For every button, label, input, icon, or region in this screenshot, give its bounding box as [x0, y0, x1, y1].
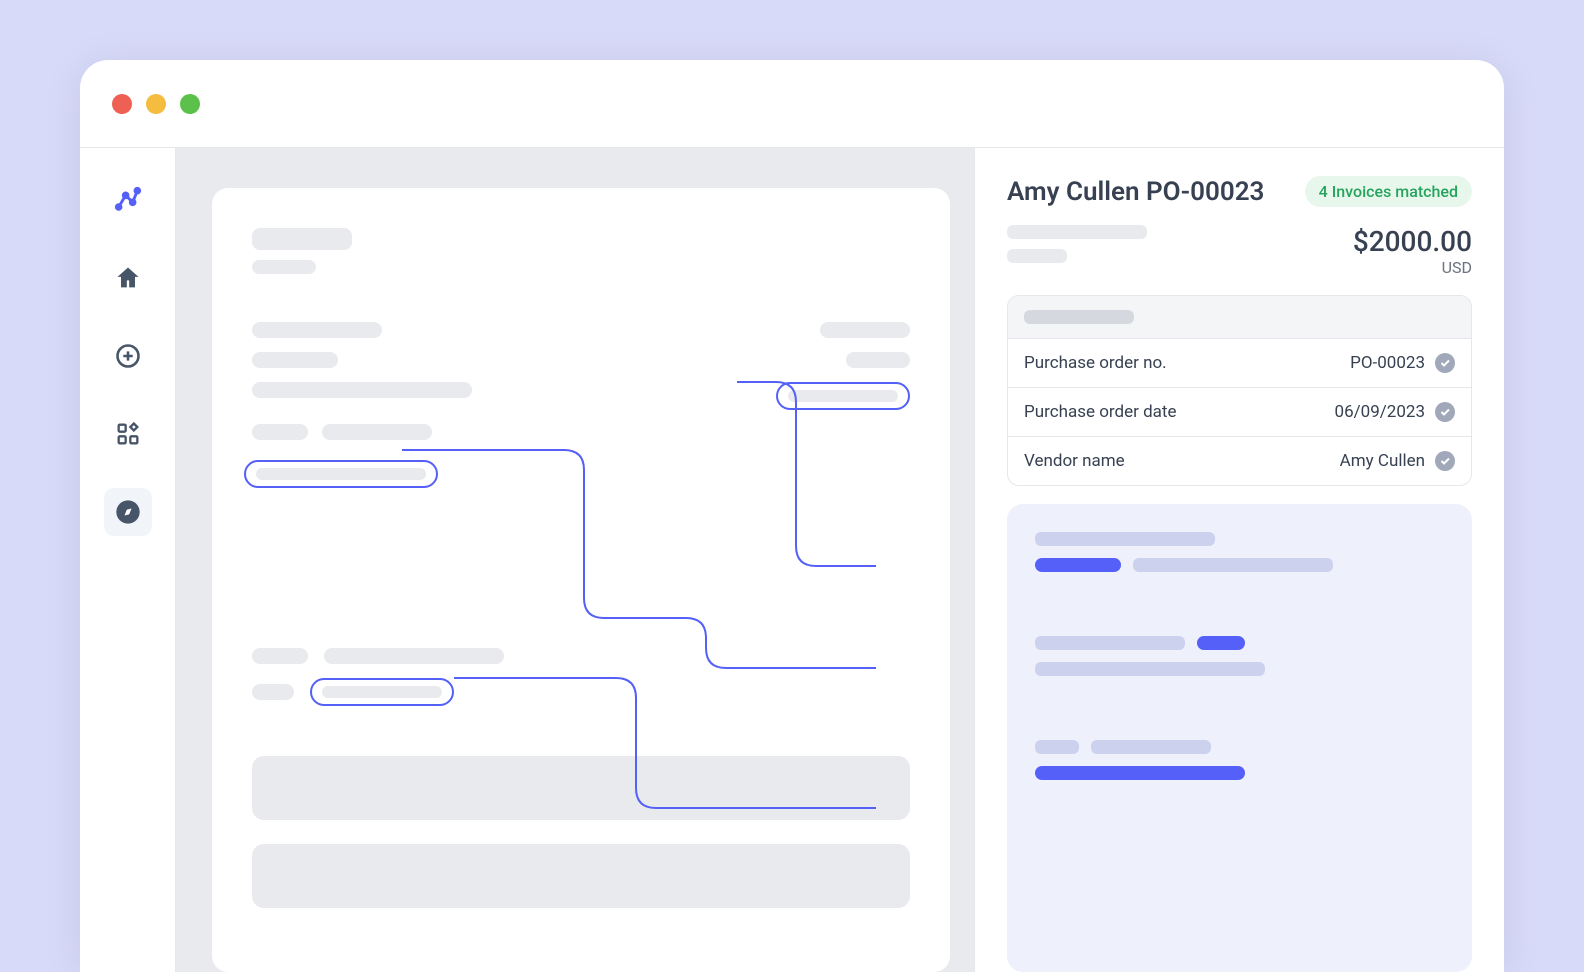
- sidebar-logo[interactable]: [104, 176, 152, 224]
- sidebar-home[interactable]: [104, 254, 152, 302]
- skeleton-line: [1133, 558, 1333, 572]
- highlighted-field-3[interactable]: [310, 678, 454, 706]
- extracted-info-panel: [1007, 504, 1472, 972]
- details-header: Amy Cullen PO-00023 4 Invoices matched: [1007, 176, 1472, 207]
- sidebar-explore[interactable]: [104, 488, 152, 536]
- app-body: Amy Cullen PO-00023 4 Invoices matched $…: [80, 148, 1504, 972]
- logo-icon: [114, 186, 142, 214]
- skeleton-line: [252, 228, 352, 250]
- skeleton-line: [1024, 310, 1134, 324]
- home-icon: [114, 264, 142, 292]
- check-icon: [1435, 353, 1455, 373]
- field-label: Purchase order date: [1024, 402, 1177, 422]
- amount-value: $2000.00: [1353, 225, 1472, 258]
- field-label: Vendor name: [1024, 451, 1125, 471]
- field-label: Purchase order no.: [1024, 353, 1167, 373]
- extracted-highlight: [1197, 636, 1245, 650]
- skeleton-line: [1035, 662, 1265, 676]
- skeleton-line: [252, 352, 338, 368]
- maximize-window-button[interactable]: [180, 94, 200, 114]
- field-row-vendor: Vendor name Amy Cullen: [1008, 436, 1471, 485]
- highlighted-field-2[interactable]: [244, 460, 438, 488]
- app-window: Amy Cullen PO-00023 4 Invoices matched $…: [80, 60, 1504, 972]
- skeleton-line: [252, 424, 308, 440]
- traffic-lights: [112, 94, 200, 114]
- skeleton-line: [1007, 249, 1067, 263]
- skeleton-line: [252, 382, 472, 398]
- check-icon: [1435, 451, 1455, 471]
- skeleton-line: [252, 648, 308, 664]
- skeleton-block: [252, 844, 910, 908]
- highlighted-field-1[interactable]: [776, 382, 910, 410]
- extracted-highlight: [1035, 558, 1121, 572]
- amount-currency: USD: [1353, 258, 1472, 277]
- close-window-button[interactable]: [112, 94, 132, 114]
- extracted-highlight: [1035, 766, 1245, 780]
- document-preview: [212, 188, 950, 972]
- compass-icon: [114, 498, 142, 526]
- apps-icon: [114, 420, 142, 448]
- skeleton-line: [820, 322, 910, 338]
- skeleton-line: [1007, 225, 1147, 239]
- sidebar-apps[interactable]: [104, 410, 152, 458]
- skeleton-line: [1091, 740, 1211, 754]
- field-row-po-number: Purchase order no. PO-00023: [1008, 338, 1471, 387]
- check-icon: [1435, 402, 1455, 422]
- minimize-window-button[interactable]: [146, 94, 166, 114]
- sidebar-add[interactable]: [104, 332, 152, 380]
- match-badge: 4 Invoices matched: [1305, 176, 1472, 207]
- field-value: 06/09/2023: [1335, 402, 1425, 422]
- skeleton-line: [252, 260, 316, 274]
- skeleton-line: [324, 648, 504, 664]
- skeleton-line: [1035, 636, 1185, 650]
- card-header: [1008, 296, 1471, 338]
- amount-row: $2000.00 USD: [1007, 225, 1472, 277]
- po-title: Amy Cullen PO-00023: [1007, 177, 1264, 207]
- plus-circle-icon: [114, 342, 142, 370]
- skeleton-line: [1035, 532, 1215, 546]
- skeleton-line: [1035, 740, 1079, 754]
- field-row-po-date: Purchase order date 06/09/2023: [1008, 387, 1471, 436]
- titlebar: [80, 60, 1504, 148]
- skeleton-line: [846, 352, 910, 368]
- field-value: Amy Cullen: [1340, 451, 1425, 471]
- skeleton-line: [252, 684, 294, 700]
- details-panel: Amy Cullen PO-00023 4 Invoices matched $…: [974, 148, 1504, 972]
- document-preview-area: [176, 148, 974, 972]
- sidebar: [80, 148, 176, 972]
- main-content: Amy Cullen PO-00023 4 Invoices matched $…: [176, 148, 1504, 972]
- field-value: PO-00023: [1350, 353, 1425, 373]
- skeleton-block: [252, 756, 910, 820]
- skeleton-line: [252, 322, 382, 338]
- fields-card: Purchase order no. PO-00023 Purchase ord…: [1007, 295, 1472, 486]
- skeleton-line: [322, 424, 432, 440]
